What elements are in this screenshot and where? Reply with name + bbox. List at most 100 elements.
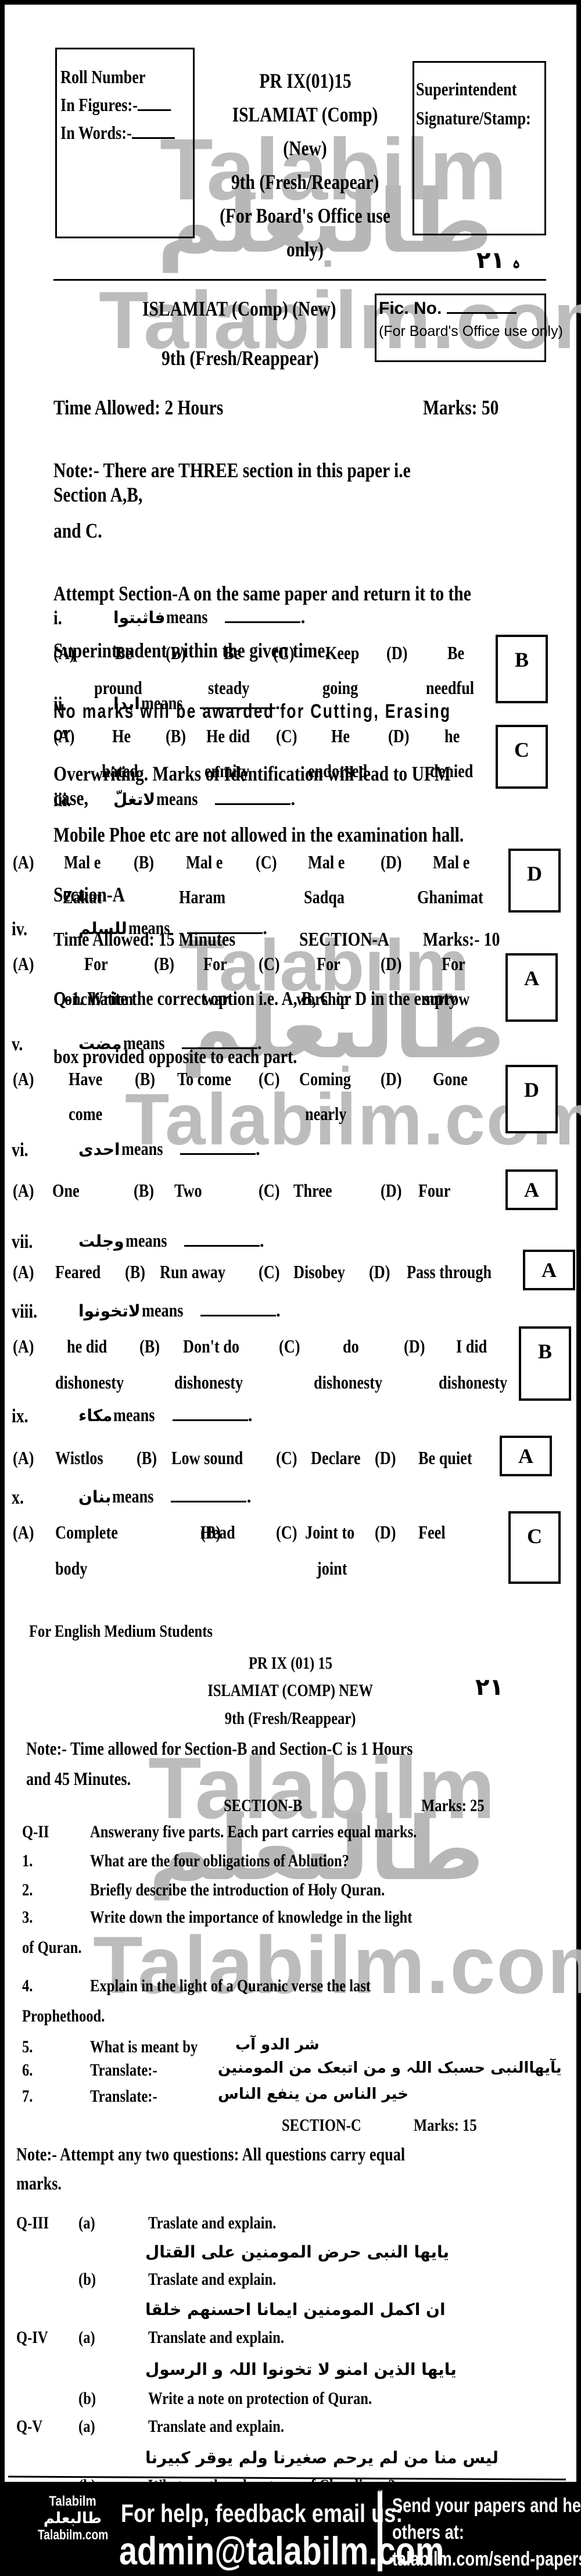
option-letter-text: (A) — [13, 1447, 34, 1468]
option-letter: (C) — [279, 1336, 304, 1357]
section-b-marks-text: Marks: 25 — [421, 1796, 485, 1815]
q-label: Q-V — [16, 2417, 48, 2437]
q2-part-text: Explain in the light of a Quranic verse … — [90, 1976, 432, 1996]
subject-title-repeat: ISLAMIAT (Comp) (New) — [142, 297, 336, 320]
answer-box[interactable]: D — [505, 1065, 558, 1133]
q2-part-text-cont: Prophethood. — [22, 2006, 123, 2026]
q-part-text: Translate and explain. — [148, 2328, 314, 2348]
option-letter-text: (D) — [381, 953, 402, 974]
option-text: Disobey — [293, 1261, 356, 1283]
option-line-1: Be — [447, 642, 465, 663]
answer-box[interactable]: C — [508, 1511, 561, 1584]
arabic-word: وجلت — [78, 1232, 124, 1251]
in-figures-field[interactable]: In Figures:- — [60, 91, 171, 119]
answer-box[interactable]: A — [500, 1436, 552, 1476]
footer-logo-bottom: Talabilm.com — [38, 2527, 109, 2543]
time-allowed: Time Allowed: 2 Hours — [53, 396, 224, 419]
option-letter: (B) — [137, 1447, 162, 1469]
option-text: Pass through — [407, 1261, 510, 1283]
q-part-text-text: Traslate and explain. — [148, 2213, 277, 2232]
send-papers-text-cont: others at: — [392, 2521, 464, 2543]
option-line-1: Coming — [299, 1068, 351, 1089]
answer-blank — [200, 1300, 276, 1316]
option-letter-text: (B) — [166, 642, 186, 663]
answer-box[interactable]: A — [523, 1250, 575, 1290]
answer-box[interactable]: B — [496, 635, 548, 703]
option-text: For — [84, 953, 113, 975]
option-letter: (A) — [13, 1522, 38, 1543]
answer-letter: A — [524, 967, 539, 990]
option-line-1: Mal e — [64, 851, 101, 872]
answer-box[interactable]: C — [496, 725, 548, 789]
option-letter-text: (C) — [276, 1522, 297, 1543]
q-part-letter: (b) — [78, 2389, 100, 2409]
option-line-2: needful — [426, 677, 475, 698]
option-line-2: Haram — [179, 886, 226, 907]
means-label: means — [128, 917, 170, 938]
in-words-field[interactable]: In Words:- — [60, 119, 175, 146]
option-text: For — [317, 953, 346, 975]
question-number: x. — [12, 1487, 24, 1508]
q-arabic-text-text: یایھا النبی حرض المومنین علی القتال — [145, 2242, 450, 2262]
option-text: Run away — [160, 1261, 240, 1283]
period: . — [275, 1300, 281, 1321]
fic-number-field[interactable]: Fic. No. — [379, 298, 563, 319]
option-text: Keep — [325, 642, 367, 664]
arabic-word: مکاء — [78, 1406, 113, 1425]
option-letter-text: (B) — [134, 1180, 154, 1201]
option-text: Be — [447, 642, 468, 664]
q2-part-text-text: Write down the importance of knowledge i… — [90, 1908, 413, 1927]
option-text-cont: hated — [102, 760, 146, 782]
section-a-marks-text: Marks:- 10 — [423, 929, 500, 950]
option-letter-text: (D) — [404, 1336, 425, 1357]
answer-box[interactable]: B — [519, 1326, 571, 1401]
option-line-1: Pass through — [407, 1261, 492, 1282]
q2-instruction: Answerany five parts. Each part carries … — [90, 1822, 489, 1842]
option-line-1: Mal e — [433, 851, 470, 872]
send-papers-link[interactable]: talabilm.com/send-papers — [392, 2546, 581, 2573]
office-use-note: (For Board's Office use only) — [220, 204, 390, 261]
q2-label: Q-II — [22, 1822, 55, 1842]
means-label: means — [166, 606, 208, 627]
question-number: vi. — [12, 1139, 28, 1161]
q2-instruction-text: Answerany five parts. Each part carries … — [90, 1822, 417, 1841]
option-letter: (B) — [135, 1068, 160, 1090]
mcq-question: viii. — [12, 1301, 67, 1323]
section-b-marks: Marks: 25 — [421, 1796, 498, 1816]
arabic-word: للسلم — [78, 919, 127, 938]
option-line-2: body — [55, 1558, 88, 1579]
option-text-cont: enmity — [205, 760, 259, 782]
answer-box[interactable]: A — [505, 1169, 558, 1210]
q2-part-text-text: Translate:- — [90, 2087, 157, 2106]
option-letter-text: (A) — [13, 1522, 34, 1543]
mcq-question: x. — [12, 1487, 67, 1509]
option-line-2: war — [203, 988, 229, 1009]
q2-part-text-cont-text: Prophethood. — [22, 2006, 105, 2026]
option-line-1: Two — [174, 1180, 202, 1201]
option-text: For — [203, 953, 232, 975]
q2-part-text-text: What is meant by — [90, 2037, 198, 2056]
option-text: He — [112, 725, 135, 747]
q-part-letter-text: (a) — [78, 2417, 95, 2436]
arabic-word: مضت — [78, 1034, 122, 1053]
option-line-1: Have — [69, 1068, 103, 1089]
option-line-2: nearly — [305, 1103, 347, 1124]
question-number: vii. — [12, 1231, 33, 1253]
option-letter-text: (A) — [53, 725, 75, 746]
q2-part-text-text: Briefly describe the introduction of Hol… — [90, 1880, 385, 1899]
class-label-repeat: 9th (Fresh/Reappear) — [162, 346, 319, 370]
footer-logo-top: Talabilm — [49, 2493, 96, 2509]
q2-part-number-text: 2. — [22, 1880, 33, 1899]
option-letter: (A) — [13, 1261, 38, 1283]
answer-box[interactable]: D — [508, 849, 561, 913]
option-line-1: Keep — [325, 642, 360, 663]
period: . — [259, 1230, 264, 1251]
q2-part-text: Write down the importance of knowledge i… — [90, 1908, 483, 1927]
note-sections-cont: and C. — [53, 519, 102, 542]
option-letter-text: (D) — [388, 725, 410, 746]
answer-box[interactable]: A — [505, 953, 558, 1022]
option-line-1: Declare — [311, 1447, 361, 1468]
option-text-cont: body — [55, 1558, 95, 1579]
option-text-cont: Haram — [179, 886, 236, 908]
option-line-1: Gone — [433, 1068, 468, 1089]
